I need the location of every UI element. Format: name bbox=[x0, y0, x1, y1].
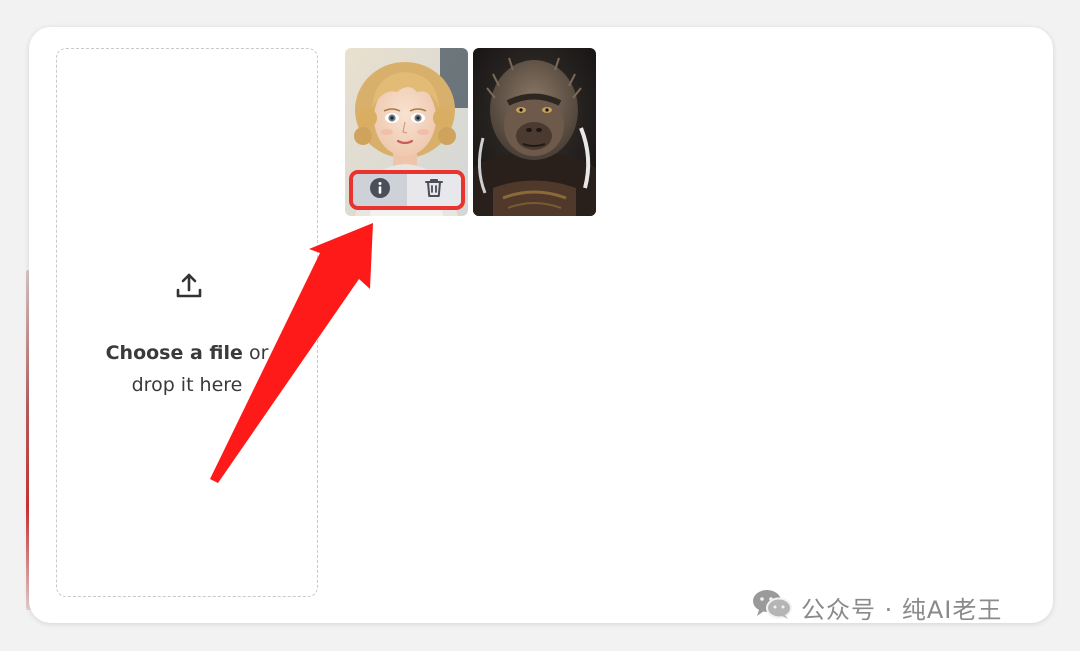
file-dropzone[interactable]: Choose a file or drop it here bbox=[56, 48, 318, 597]
dropzone-drop-text: drop it here bbox=[131, 374, 243, 396]
upload-panel: Choose a file or drop it here bbox=[29, 27, 1053, 623]
info-icon bbox=[369, 177, 391, 203]
image-info-button[interactable] bbox=[353, 174, 407, 206]
upload-icon bbox=[174, 271, 204, 301]
uploaded-image-thumbnail-monkey[interactable] bbox=[473, 48, 596, 216]
wechat-icon bbox=[751, 588, 793, 626]
delete-image-button[interactable] bbox=[407, 174, 461, 206]
watermark-text: 公众号 · 纯AI老王 bbox=[801, 595, 1003, 624]
dropzone-instructions: Choose a file or drop it here bbox=[57, 337, 317, 401]
thumbnail-action-bar bbox=[349, 170, 465, 210]
dropzone-or-text: or bbox=[242, 342, 269, 364]
trash-icon bbox=[423, 177, 445, 203]
monkey-portrait-image bbox=[473, 48, 596, 216]
watermark: 公众号 · 纯AI老王 bbox=[751, 590, 1002, 624]
screenshot-page: Choose a file or drop it here 公众号 · 纯AI老… bbox=[0, 0, 1080, 651]
choose-file-link[interactable]: Choose a file bbox=[106, 342, 243, 364]
